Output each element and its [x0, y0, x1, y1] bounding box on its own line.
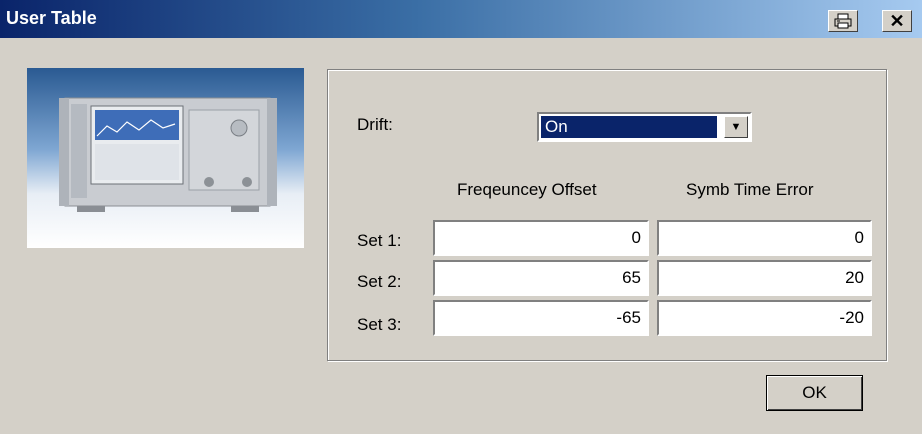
- row-label-set-2: Set 2:: [357, 272, 402, 291]
- set-3-freq-offset-field[interactable]: -65: [433, 300, 649, 336]
- title-bar: User Table ✕: [0, 0, 922, 38]
- window-title: User Table: [6, 8, 97, 28]
- drift-select-value: On: [540, 115, 718, 139]
- close-button[interactable]: ✕: [882, 10, 912, 32]
- instrument-photo: [27, 68, 304, 248]
- set-2-symb-time-error-field[interactable]: 20: [657, 260, 872, 296]
- drift-select[interactable]: On ▼: [537, 112, 752, 142]
- set-1-freq-offset-field[interactable]: 0: [433, 220, 649, 256]
- drift-label: Drift:: [357, 115, 393, 134]
- print-button[interactable]: [828, 10, 858, 32]
- column-header-symb-time-error: Symb Time Error: [686, 180, 814, 199]
- row-label-set-3: Set 3:: [357, 315, 402, 334]
- close-icon: ✕: [889, 10, 905, 31]
- ok-button[interactable]: OK: [766, 375, 863, 411]
- printer-icon: [834, 13, 852, 29]
- set-1-symb-time-error-field[interactable]: 0: [657, 220, 872, 256]
- chevron-down-icon[interactable]: ▼: [724, 116, 748, 138]
- row-label-set-1: Set 1:: [357, 231, 402, 250]
- set-2-freq-offset-field[interactable]: 65: [433, 260, 649, 296]
- column-header-freq-offset: Freqeuncey Offset: [457, 180, 597, 199]
- set-3-symb-time-error-field[interactable]: -20: [657, 300, 872, 336]
